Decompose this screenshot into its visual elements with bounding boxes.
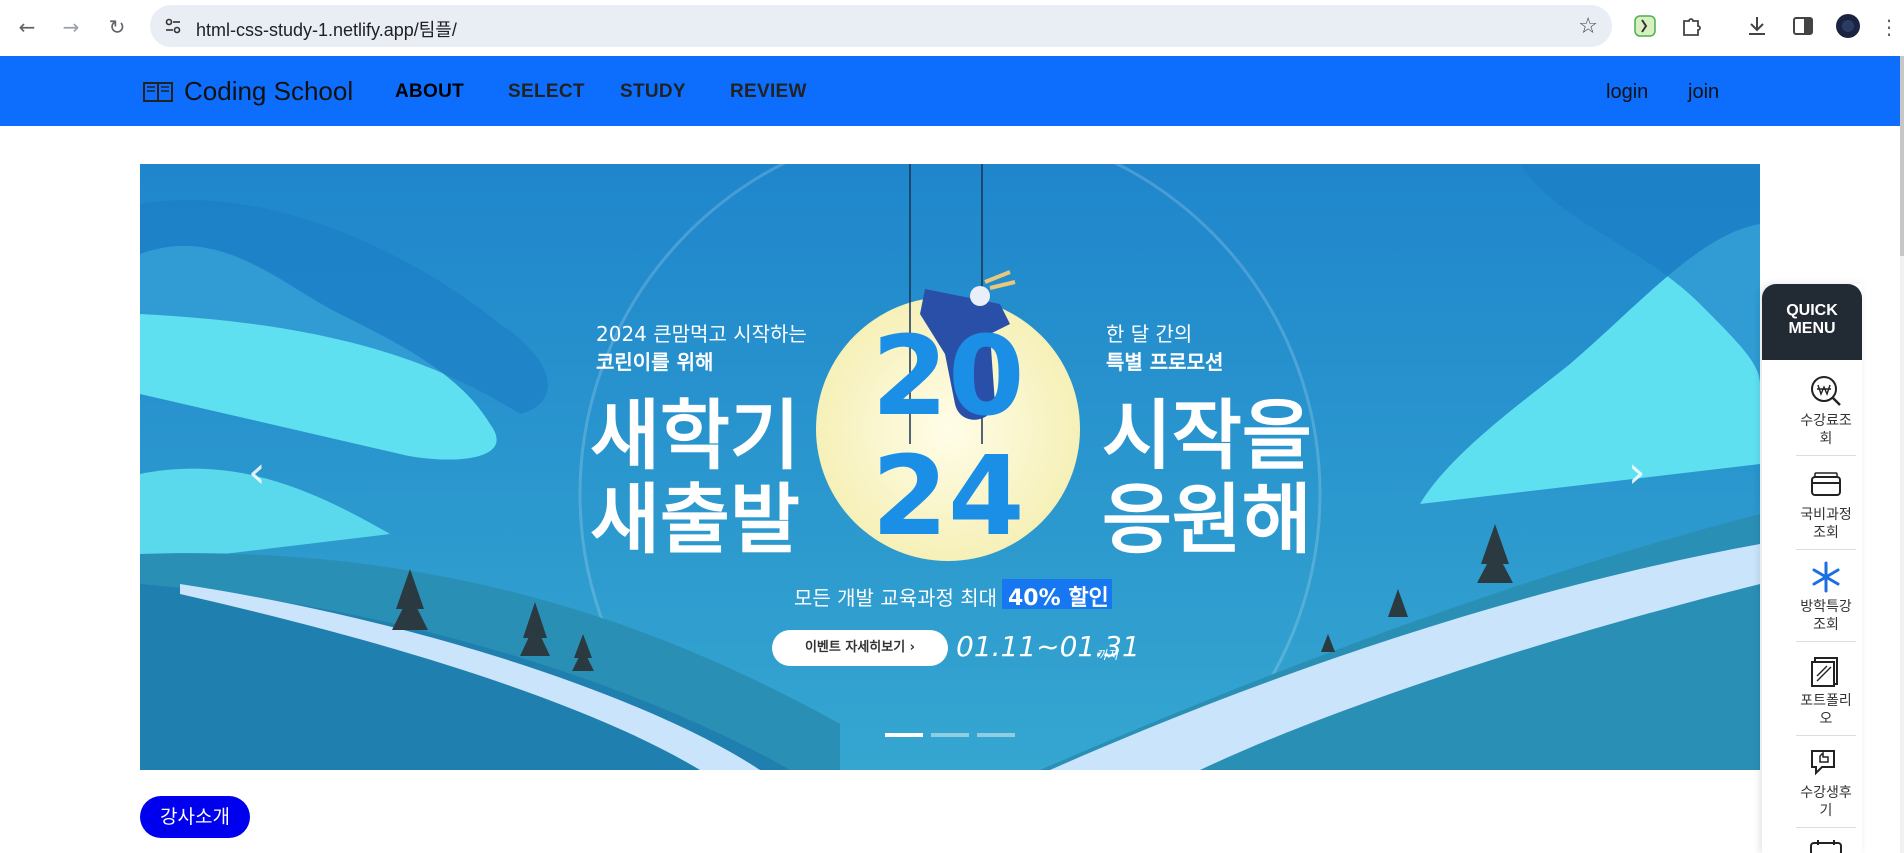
- extension-app-icon[interactable]: [1632, 13, 1658, 39]
- banner-right-sub: 특별 프로모션: [1106, 350, 1224, 374]
- bookmark-star-icon[interactable]: ☆: [1578, 14, 1598, 39]
- banner-illustration: 20 24: [140, 164, 1760, 770]
- brand-logo-link[interactable]: Coding School: [142, 76, 353, 107]
- year-bottom: 24: [871, 432, 1024, 560]
- instructor-intro-button[interactable]: 강사소개: [140, 796, 250, 838]
- site-info-icon[interactable]: [164, 17, 182, 35]
- carousel-dot-1[interactable]: [885, 733, 923, 737]
- quick-item-reviews[interactable]: 수강생후기: [1796, 746, 1856, 828]
- discount-text: 모든 개발 교육과정 최대: [794, 586, 998, 610]
- discount-badge: 40% 할인: [1008, 586, 1109, 611]
- year-top: 20: [871, 312, 1024, 440]
- quick-item-tuition[interactable]: 수강료조회: [1796, 374, 1856, 456]
- portfolio-icon: [1811, 657, 1838, 687]
- nav-select[interactable]: SELECT: [508, 81, 585, 103]
- back-icon[interactable]: ←: [14, 14, 40, 40]
- banner-right-big-2: 응원해: [1102, 475, 1312, 564]
- snowflake-icon: [1812, 561, 1840, 593]
- credit-card-icon: [1811, 472, 1841, 496]
- event-period-suffix: 까지: [1096, 648, 1119, 662]
- banner-right-top: 한 달 간의: [1106, 322, 1193, 346]
- hero-carousel: 20 24 2024 큰맘먹고 시작하는 코린이를 위해 새학기 새출발 한 달…: [140, 164, 1760, 770]
- browser-toolbar: ← → ↻ html-css-study-1.netlify.app/팀플/ ☆…: [0, 0, 1904, 56]
- banner-left-sub: 코린이를 위해: [596, 350, 714, 374]
- brand-name: Coding School: [184, 76, 354, 106]
- profile-avatar-icon[interactable]: [1835, 13, 1861, 39]
- site-header: Coding School ABOUT SELECT STUDY REVIEW …: [0, 56, 1900, 126]
- quick-item-winter-special[interactable]: 방학특강조회: [1796, 560, 1856, 642]
- quick-item-portfolio[interactable]: 포트폴리오: [1796, 654, 1856, 736]
- download-icon[interactable]: [1744, 13, 1770, 39]
- calendar-icon: [1810, 840, 1842, 853]
- nav-review[interactable]: REVIEW: [730, 81, 807, 103]
- quick-menu: QUICK MENU 수강료조회 국비과정조회 방학특강조회 포트폴리오 수강생…: [1762, 284, 1862, 853]
- banner-left-top: 2024 큰맘먹고 시작하는: [596, 322, 807, 346]
- browser-menu-icon[interactable]: ⋮: [1876, 14, 1902, 40]
- login-link[interactable]: login: [1606, 81, 1648, 104]
- url-text: html-css-study-1.netlify.app/팀플/: [196, 20, 457, 40]
- forward-icon[interactable]: →: [58, 14, 84, 40]
- quick-item-national-course[interactable]: 국비과정조회: [1796, 468, 1856, 550]
- side-panel-icon[interactable]: [1790, 13, 1816, 39]
- event-details-button[interactable]: 이벤트 자세히보기 ›: [772, 630, 948, 666]
- carousel-dot-3[interactable]: [977, 733, 1015, 737]
- carousel-prev-button[interactable]: ‹: [248, 447, 266, 498]
- extensions-puzzle-icon[interactable]: [1678, 13, 1704, 39]
- quick-menu-title: QUICK MENU: [1762, 284, 1862, 360]
- join-link[interactable]: join: [1688, 81, 1719, 104]
- book-logo-icon: [143, 81, 173, 102]
- banner-left-big-2: 새출발: [590, 475, 800, 564]
- nav-about[interactable]: ABOUT: [395, 81, 464, 103]
- carousel-dot-2[interactable]: [931, 733, 969, 737]
- carousel-next-button[interactable]: ›: [1628, 447, 1646, 498]
- nav-study[interactable]: STUDY: [620, 81, 686, 103]
- review-chat-icon: [1811, 750, 1835, 776]
- search-won-icon: [1811, 376, 1841, 406]
- page-scrollbar[interactable]: [1900, 56, 1904, 853]
- address-bar[interactable]: html-css-study-1.netlify.app/팀플/ ☆: [150, 5, 1612, 47]
- reload-icon[interactable]: ↻: [104, 14, 130, 40]
